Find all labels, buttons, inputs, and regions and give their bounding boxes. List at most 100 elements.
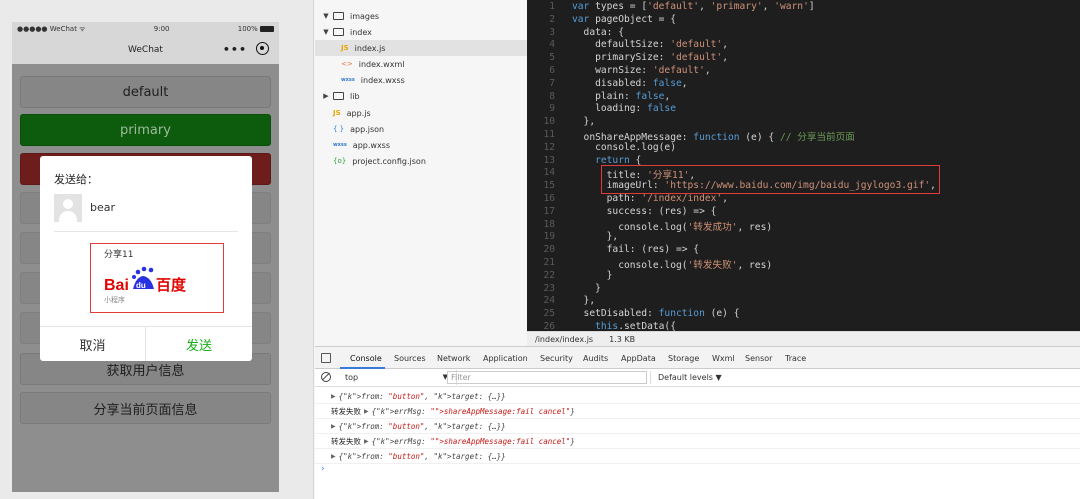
code-line[interactable]: 10 },	[527, 116, 1080, 129]
tree-item-label: lib	[350, 91, 360, 101]
file-path: /index/index.js	[535, 334, 594, 344]
console-message[interactable]: ▶ {"k">from: "button", "k">target: {…}}	[315, 419, 1080, 434]
code-line[interactable]: 26 this.setData({	[527, 321, 1080, 331]
expand-icon[interactable]: ▶	[331, 393, 336, 400]
tab-storage[interactable]: Storage	[668, 354, 699, 363]
console-prompt[interactable]: ›	[321, 464, 325, 474]
wxss-file-icon: wxss	[341, 77, 355, 83]
tab-wxml[interactable]: Wxml	[712, 354, 735, 363]
cancel-button[interactable]: 取消	[40, 327, 146, 361]
code-text: success: (res) => {	[572, 205, 717, 217]
tab-network[interactable]: Network	[437, 354, 470, 363]
line-number: 9	[549, 103, 555, 115]
line-number: 8	[549, 90, 555, 102]
expand-icon[interactable]: ▶	[364, 408, 369, 415]
console-label: 转发失败	[331, 406, 361, 416]
inspect-icon[interactable]	[321, 353, 331, 363]
code-line[interactable]: 22 }	[527, 270, 1080, 283]
line-number: 21	[543, 257, 555, 268]
code-text: data: {	[572, 26, 624, 38]
code-line[interactable]: 25 setDisabled: function (e) {	[527, 308, 1080, 321]
tree-item-app-json[interactable]: { } app.json	[315, 121, 527, 137]
code-text: },	[572, 295, 596, 307]
expand-icon[interactable]: ▶	[364, 438, 369, 445]
context-select[interactable]: top ▼	[341, 370, 457, 385]
code-line[interactable]: 5 primarySize: 'default',	[527, 52, 1080, 65]
code-line[interactable]: 9 loading: false	[527, 103, 1080, 116]
code-line[interactable]: 23 }	[527, 283, 1080, 296]
code-line[interactable]: 12 console.log(e)	[527, 142, 1080, 155]
tab-audits[interactable]: Audits	[583, 354, 608, 363]
line-number: 18	[543, 218, 555, 230]
tree-item-images[interactable]: ▼ images	[315, 8, 527, 24]
code-line[interactable]: 6 warnSize: 'default',	[527, 65, 1080, 78]
code-line[interactable]: 19 },	[527, 231, 1080, 244]
chevron-right-icon[interactable]: ▶	[322, 92, 330, 100]
js-file-icon: JS	[333, 109, 341, 117]
code-line[interactable]: 13 return {	[527, 155, 1080, 168]
filter-input[interactable]: Filter	[447, 371, 647, 384]
tab-appdata[interactable]: AppData	[621, 354, 656, 363]
tree-item-app-js[interactable]: JS app.js	[315, 105, 527, 121]
line-number: 12	[543, 141, 555, 153]
code-line[interactable]: 4 defaultSize: 'default',	[527, 39, 1080, 52]
tree-item-index-js[interactable]: JS index.js	[315, 40, 527, 56]
more-menu-button[interactable]: •••	[223, 43, 247, 56]
console-message[interactable]: ▶ {"k">from: "button", "k">target: {…}}	[315, 449, 1080, 464]
devtools-panel: Console Sources Network Application Security…	[315, 346, 1080, 499]
clear-console-icon[interactable]	[321, 372, 331, 382]
expand-icon[interactable]: ▶	[331, 453, 336, 460]
tab-console[interactable]: Console	[350, 354, 382, 363]
console-message[interactable]: 转发失败 ▶ {"k">errMsg: "">shareAppMessage:fai…	[315, 434, 1080, 449]
line-number: 3	[549, 26, 555, 38]
line-number: 16	[543, 193, 555, 204]
code-line[interactable]: 17 success: (res) => {	[527, 206, 1080, 219]
line-number: 4	[549, 39, 555, 51]
share-page-info-button[interactable]: 分享当前页面信息	[20, 392, 271, 424]
tree-item-index[interactable]: ▼ index	[315, 24, 527, 40]
chevron-down-icon[interactable]: ▼	[322, 28, 330, 36]
console-message[interactable]: ▶ {"k">from: "button", "k">target: {…}}	[315, 389, 1080, 404]
simulator-panel: ●●●●● WeChat ᯤ 9:00 100% WeChat ••• defa…	[0, 0, 314, 499]
code-line[interactable]: 15 imageUrl: 'https://www.baidu.com/img/…	[527, 180, 1080, 193]
tab-trace[interactable]: Trace	[785, 354, 806, 363]
code-line[interactable]: 14 title: '分享11',	[527, 167, 1080, 181]
code-line[interactable]: 18 console.log('转发成功', res)	[527, 218, 1080, 233]
code-editor[interactable]: 1 var types = ['default', 'primary', 'war…	[527, 0, 1080, 331]
code-line[interactable]: 20 fail: (res) => {	[527, 244, 1080, 257]
code-line[interactable]: 8 plain: false,	[527, 91, 1080, 104]
tree-item-label: app.wxss	[352, 140, 391, 150]
send-button[interactable]: 发送	[146, 327, 252, 361]
code-line[interactable]: 2 var pageObject = {	[527, 14, 1080, 27]
code-line[interactable]: 21 console.log('转发失败', res)	[527, 257, 1080, 271]
avatar	[54, 194, 82, 222]
console-message[interactable]: 转发失败 ▶ {"k">errMsg: "">shareAppMessage:fai…	[315, 404, 1080, 419]
default-button[interactable]: default	[20, 76, 271, 108]
phone-status-bar: ●●●●● WeChat ᯤ 9:00 100%	[12, 22, 279, 36]
code-text: },	[572, 116, 596, 128]
tree-item-app-wxss[interactable]: wxss app.wxss	[315, 137, 527, 153]
code-line[interactable]: 11 onShareAppMessage: function (e) { // …	[527, 129, 1080, 143]
code-line[interactable]: 1 var types = ['default', 'primary', 'war…	[527, 1, 1080, 14]
code-text: loading: false	[572, 103, 676, 115]
code-line[interactable]: 3 data: {	[527, 27, 1080, 40]
code-line[interactable]: 16 path: '/index/index',	[527, 193, 1080, 206]
code-line[interactable]: 24 },	[527, 295, 1080, 308]
tab-sources[interactable]: Sources	[394, 354, 426, 363]
tree-item-index-wxml[interactable]: <> index.wxml	[315, 56, 527, 72]
tree-item-lib[interactable]: ▶ lib	[315, 88, 527, 104]
code-line[interactable]: 7 disabled: false,	[527, 78, 1080, 91]
tree-item-project-config-json[interactable]: {o} project.config.json	[315, 153, 527, 169]
primary-button[interactable]: primary	[20, 114, 271, 146]
line-number: 5	[549, 52, 555, 64]
log-levels-select[interactable]: Default levels ▼	[658, 373, 722, 382]
close-capsule-icon[interactable]	[256, 42, 269, 55]
tab-application[interactable]: Application	[483, 354, 528, 363]
folder-icon	[333, 28, 344, 36]
tab-security[interactable]: Security	[540, 354, 573, 363]
expand-icon[interactable]: ▶	[331, 423, 336, 430]
tab-sensor[interactable]: Sensor	[745, 354, 772, 363]
svg-text:百度: 百度	[156, 276, 187, 294]
tree-item-index-wxss[interactable]: wxss index.wxss	[315, 72, 527, 88]
chevron-down-icon[interactable]: ▼	[322, 12, 330, 20]
